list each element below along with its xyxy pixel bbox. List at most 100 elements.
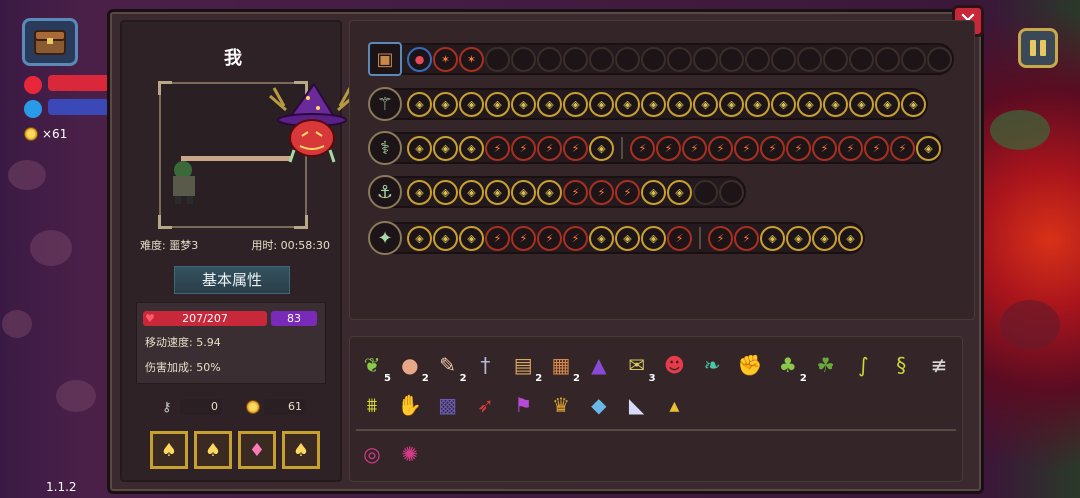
bird-icon[interactable]: ➶ bbox=[470, 390, 500, 420]
leaf-icon[interactable]: ❧ bbox=[697, 350, 727, 380]
empty-slot[interactable] bbox=[927, 46, 952, 72]
rune-slot[interactable]: ◈ bbox=[745, 91, 770, 117]
worm-icon[interactable]: § bbox=[886, 350, 916, 380]
rune-slot[interactable]: ◈ bbox=[901, 91, 926, 117]
vine-icon[interactable]: ❦ 5 bbox=[357, 350, 391, 384]
rune-slot[interactable]: ⚡ bbox=[864, 135, 889, 161]
rune-slot[interactable]: ⚡ bbox=[589, 179, 614, 205]
feather-icon[interactable]: ✎ 2 bbox=[433, 350, 466, 384]
rune-slot[interactable]: ◈ bbox=[433, 91, 458, 117]
rune-slot[interactable]: ✶ bbox=[433, 46, 458, 72]
scepter-icon[interactable]: ✦ bbox=[368, 221, 402, 255]
attributes-tab[interactable]: 基本属性 bbox=[174, 266, 290, 294]
chest-icon[interactable] bbox=[22, 18, 78, 66]
rune-slot[interactable]: ◈ bbox=[589, 225, 614, 251]
rune-slot[interactable]: ◈ bbox=[589, 135, 614, 161]
scroll-icon[interactable]: ✉ 3 bbox=[622, 350, 655, 384]
empty-slot[interactable] bbox=[875, 46, 900, 72]
rune-slot[interactable]: ⚡ bbox=[734, 135, 759, 161]
rune-slot[interactable]: ◈ bbox=[407, 179, 432, 205]
potion-pink-icon[interactable]: ♦ bbox=[238, 431, 276, 469]
rune-slot[interactable]: ⚡ bbox=[537, 225, 562, 251]
rune-slot[interactable]: ◈ bbox=[849, 91, 874, 117]
fish-bone-icon[interactable]: ≢ bbox=[924, 350, 954, 380]
rune-slot[interactable]: ◈ bbox=[511, 91, 536, 117]
rune-slot[interactable]: ◈ bbox=[485, 179, 510, 205]
rune-slot[interactable]: ⚡ bbox=[485, 225, 510, 251]
empty-slot[interactable] bbox=[667, 46, 692, 72]
empty-slot[interactable] bbox=[693, 46, 718, 72]
rune-slot[interactable]: ◈ bbox=[407, 135, 432, 161]
empty-slot[interactable] bbox=[537, 46, 562, 72]
empty-slot[interactable] bbox=[719, 46, 744, 72]
rune-slot[interactable]: ◈ bbox=[459, 225, 484, 251]
empty-slot[interactable] bbox=[849, 46, 874, 72]
rune-slot[interactable]: ⚡ bbox=[708, 225, 733, 251]
rune-slot[interactable]: ⚡ bbox=[485, 135, 510, 161]
trident-icon[interactable]: ⚓ bbox=[368, 175, 402, 209]
rune-slot[interactable]: ⚡ bbox=[563, 225, 588, 251]
rune-slot[interactable]: ◈ bbox=[823, 91, 848, 117]
rune-slot[interactable]: ◈ bbox=[459, 179, 484, 205]
rune-slot[interactable]: ◈ bbox=[407, 225, 432, 251]
empty-slot[interactable] bbox=[693, 179, 718, 205]
rune-slot[interactable]: ◈ bbox=[693, 91, 718, 117]
wand-icon[interactable]: ⚕ bbox=[368, 131, 402, 165]
rune-slot[interactable]: ⚡ bbox=[890, 135, 915, 161]
frog-icon[interactable]: ☘ bbox=[811, 350, 841, 380]
rune-slot[interactable]: ⚡ bbox=[786, 135, 811, 161]
empty-slot[interactable] bbox=[745, 46, 770, 72]
empty-slot[interactable] bbox=[511, 46, 536, 72]
rune-slot[interactable]: ⚡ bbox=[563, 135, 588, 161]
rune-slot[interactable]: ⚡ bbox=[708, 135, 733, 161]
book-icon[interactable]: ▤ 2 bbox=[508, 350, 542, 384]
rune-slot[interactable]: ✶ bbox=[459, 46, 484, 72]
rune-slot[interactable]: ◈ bbox=[615, 225, 640, 251]
rune-slot[interactable]: ⚡ bbox=[838, 135, 863, 161]
rune-slot[interactable]: ◈ bbox=[916, 135, 941, 161]
sprout-icon[interactable]: ♣ 2 bbox=[773, 350, 807, 384]
rune-slot[interactable]: ◈ bbox=[563, 91, 588, 117]
empty-slot[interactable] bbox=[901, 46, 926, 72]
rune-slot[interactable]: ◈ bbox=[511, 179, 536, 205]
rune-slot[interactable]: ◈ bbox=[667, 91, 692, 117]
rune-slot[interactable]: ◈ bbox=[641, 179, 666, 205]
rune-slot[interactable]: ◈ bbox=[485, 91, 510, 117]
potion-yellow-icon[interactable]: ♠ bbox=[194, 431, 232, 469]
rune-slot[interactable]: ◈ bbox=[433, 179, 458, 205]
rune-slot[interactable]: ◈ bbox=[537, 179, 562, 205]
rune-slot[interactable]: ⚡ bbox=[563, 179, 588, 205]
snake-icon[interactable]: ∫ bbox=[848, 350, 878, 380]
rune-slot[interactable]: ◈ bbox=[641, 91, 666, 117]
rune-slot[interactable]: ◈ bbox=[719, 91, 744, 117]
rune-slot[interactable]: ◈ bbox=[641, 225, 666, 251]
staff-icon[interactable]: ⚚ bbox=[368, 87, 402, 121]
rune-slot[interactable]: ⚡ bbox=[537, 135, 562, 161]
potion-yellow-icon[interactable]: ♠ bbox=[282, 431, 320, 469]
witch-hat-icon[interactable]: ▲ bbox=[584, 350, 614, 380]
rune-slot[interactable]: ◈ bbox=[433, 135, 458, 161]
rune-slot[interactable]: ◈ bbox=[589, 91, 614, 117]
crystal-icon[interactable]: ◆ bbox=[584, 390, 614, 420]
cage-icon[interactable]: ▩ bbox=[433, 390, 463, 420]
rune-slot[interactable]: ◈ bbox=[407, 91, 432, 117]
potion-yellow-icon[interactable]: ♠ bbox=[150, 431, 188, 469]
rune-slot[interactable]: ⚡ bbox=[682, 135, 707, 161]
rune-slot[interactable]: ◈ bbox=[615, 91, 640, 117]
swirl-orb-icon[interactable]: ◎ bbox=[357, 439, 387, 469]
rune-slot[interactable]: ⚡ bbox=[667, 225, 692, 251]
chest-icon[interactable]: ▣ bbox=[368, 42, 402, 76]
empty-slot[interactable] bbox=[563, 46, 588, 72]
rune-slot[interactable]: ◈ bbox=[459, 135, 484, 161]
rune-slot[interactable]: ⚡ bbox=[511, 225, 536, 251]
rune-slot[interactable]: ◈ bbox=[537, 91, 562, 117]
rune-slot[interactable]: ◈ bbox=[667, 179, 692, 205]
trophy-icon[interactable]: ♛ bbox=[546, 390, 576, 420]
rune-slot[interactable]: ⚡ bbox=[656, 135, 681, 161]
rune-slot[interactable]: ◈ bbox=[760, 225, 785, 251]
spiked-orb-icon[interactable]: ✺ bbox=[395, 439, 425, 469]
flag-icon[interactable]: ⚑ bbox=[508, 390, 538, 420]
demon-mask-icon[interactable]: ☻ bbox=[659, 350, 689, 380]
rune-slot[interactable]: ⚡ bbox=[615, 179, 640, 205]
empty-slot[interactable] bbox=[485, 46, 510, 72]
